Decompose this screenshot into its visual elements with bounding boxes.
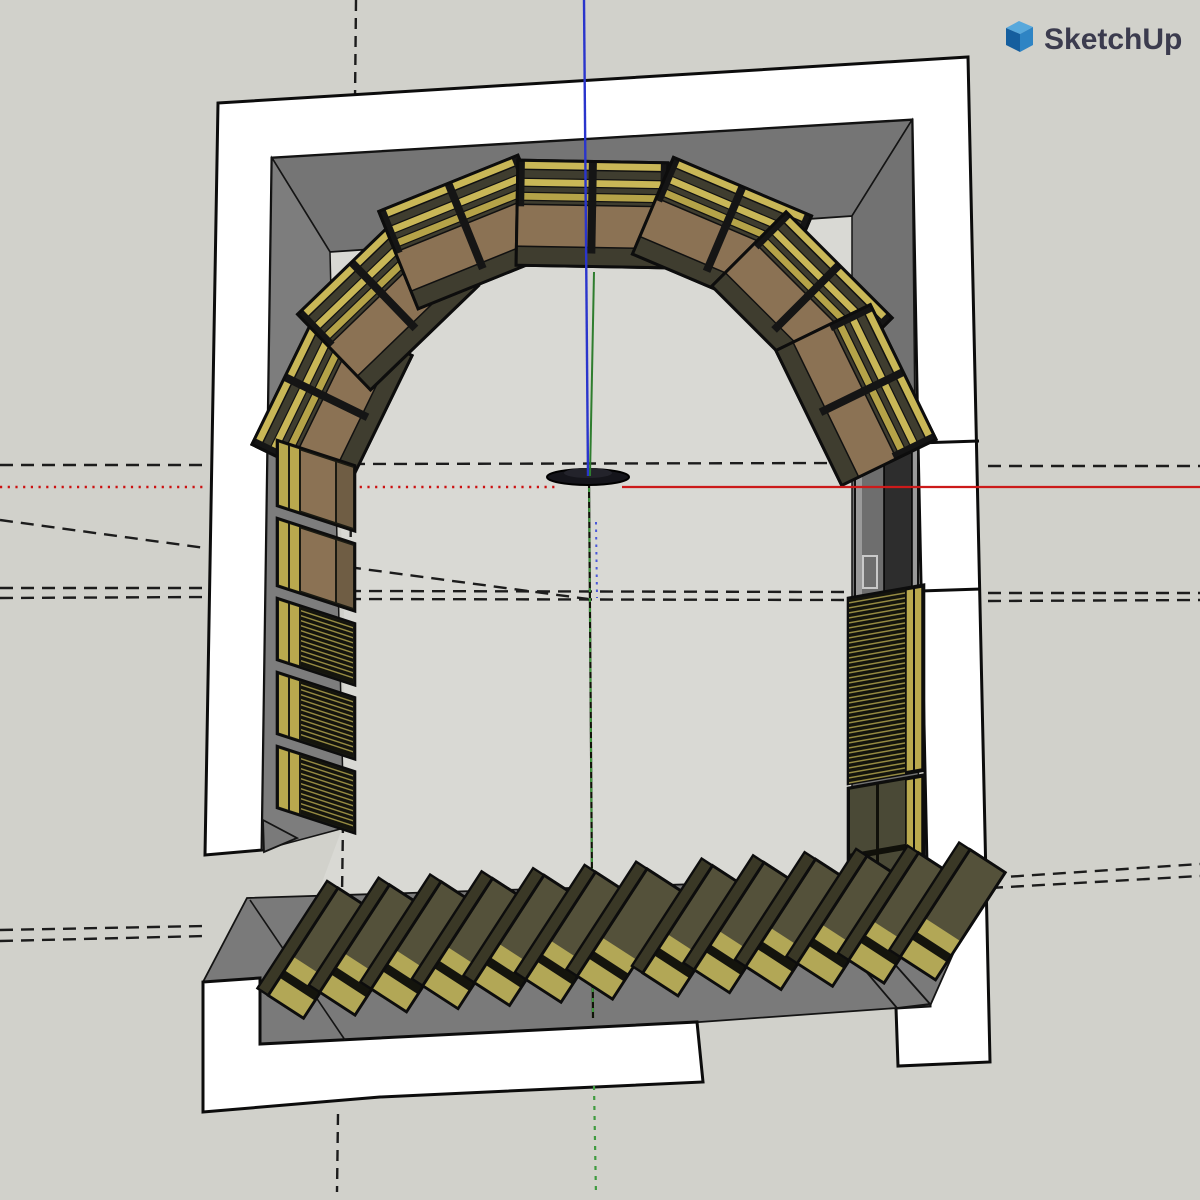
right-crates-slatted xyxy=(848,585,924,784)
wall-band-joint-lower xyxy=(920,589,981,591)
3d-scene-canvas[interactable]: SketchUp xyxy=(0,0,1200,1200)
sketchup-viewport[interactable]: SketchUp xyxy=(0,0,1200,1200)
logo-text: SketchUp xyxy=(1044,23,1182,56)
door-panel xyxy=(884,444,912,594)
left-wall-crates[interactable] xyxy=(277,440,355,833)
